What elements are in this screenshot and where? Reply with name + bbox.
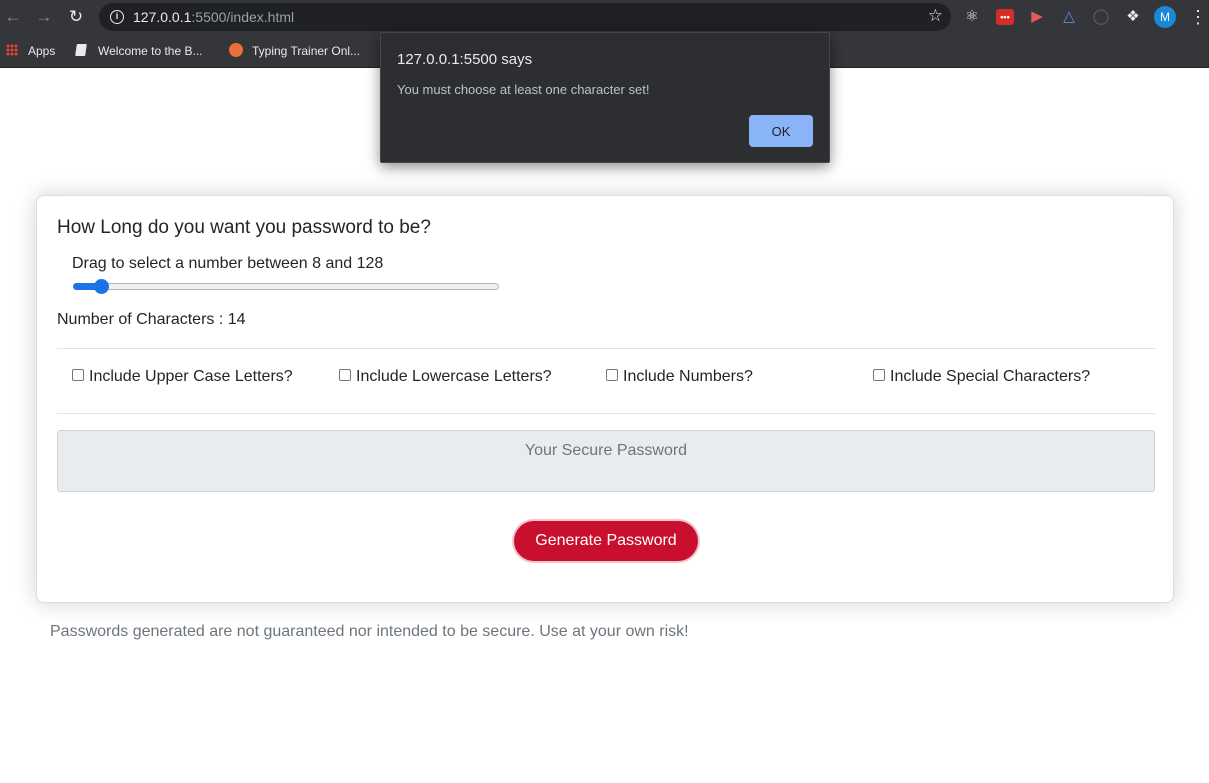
bookmark-star-icon[interactable]: ☆ (928, 6, 943, 26)
bookmark-welcome[interactable]: Welcome to the B... (75, 41, 203, 61)
slider-thumb[interactable] (93, 279, 109, 294)
disclaimer-text: Passwords generated are not guaranteed n… (50, 623, 689, 640)
alert-ok-button[interactable]: OK (749, 115, 813, 147)
length-slider[interactable] (73, 283, 499, 290)
alert-title: 127.0.0.1:5500 says (397, 51, 533, 68)
react-devtools-icon[interactable]: ⚛ (962, 7, 982, 27)
forward-icon[interactable]: → (33, 6, 55, 28)
reload-icon[interactable]: ↻ (65, 6, 87, 28)
extension-red-icon[interactable]: ▶ (1027, 7, 1047, 27)
apps-grid-icon (6, 44, 18, 56)
option-lowercase[interactable]: Include Lowercase Letters? (339, 368, 552, 386)
password-placeholder: Your Secure Password (524, 442, 688, 459)
lowercase-checkbox[interactable] (339, 369, 351, 381)
extension-triangle-icon[interactable]: △ (1059, 7, 1079, 27)
profile-avatar[interactable]: M (1154, 6, 1176, 28)
option-uppercase[interactable]: Include Upper Case Letters? (72, 368, 293, 386)
extension-grey-icon[interactable]: ◯ (1091, 7, 1111, 27)
password-generator-card: How Long do you want you password to be?… (36, 195, 1174, 603)
lastpass-icon[interactable]: ••• (996, 9, 1014, 25)
password-output[interactable]: Your Secure Password (57, 430, 1155, 492)
slider-instruction: Drag to select a number between 8 and 12… (72, 255, 384, 272)
extensions-puzzle-icon[interactable]: ❖ (1123, 7, 1143, 27)
option-numbers[interactable]: Include Numbers? (606, 368, 753, 386)
typing-trainer-icon (229, 43, 243, 57)
length-question-heading: How Long do you want you password to be? (57, 217, 431, 238)
divider (57, 348, 1155, 349)
back-icon[interactable]: ← (2, 6, 24, 28)
url-text[interactable]: 127.0.0.1:5500/index.html (133, 9, 294, 25)
special-checkbox[interactable] (873, 369, 885, 381)
alert-dialog: 127.0.0.1:5500 says You must choose at l… (380, 32, 830, 163)
option-special[interactable]: Include Special Characters? (873, 368, 1090, 386)
bookmark-typing-trainer[interactable]: Typing Trainer Onl... (229, 41, 360, 61)
bookmark-apps[interactable]: Apps (6, 41, 55, 61)
book-icon (75, 44, 87, 56)
browser-menu-icon[interactable]: ⋮ (1189, 5, 1207, 29)
browser-toolbar: ← → ↻ i 127.0.0.1:5500/index.html ☆ ⚛ ••… (0, 0, 1209, 35)
generate-password-button[interactable]: Generate Password (514, 521, 698, 561)
character-count: Number of Characters : 14 (57, 311, 246, 328)
address-bar[interactable]: i 127.0.0.1:5500/index.html ☆ (99, 3, 951, 31)
info-icon[interactable]: i (110, 10, 124, 24)
numbers-checkbox[interactable] (606, 369, 618, 381)
divider (57, 413, 1155, 414)
alert-message: You must choose at least one character s… (397, 82, 650, 97)
uppercase-checkbox[interactable] (72, 369, 84, 381)
